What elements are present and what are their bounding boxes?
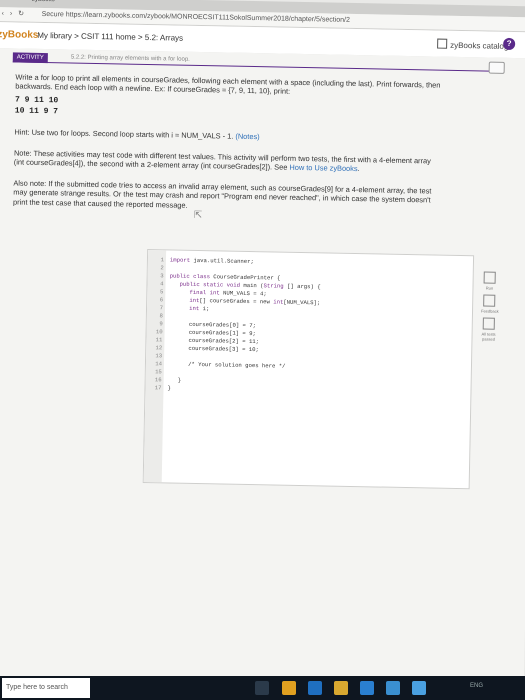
line-number: 11 [155,336,163,344]
code-line[interactable]: } [167,384,170,391]
line-number: 5 [159,288,164,296]
line-number: 17 [154,384,162,392]
store-icon[interactable] [360,681,374,695]
file-explorer-icon[interactable] [334,681,348,695]
code-line[interactable]: int i; [169,304,209,312]
zybooks-logo[interactable]: zyBooks [0,29,38,41]
line-number: 7 [159,304,164,312]
line-number: 2 [160,264,164,272]
line-number: 8 [159,312,163,320]
task-view-icon[interactable] [255,681,269,695]
book-icon [437,38,448,49]
code-line[interactable]: } [168,376,182,384]
side-panel-label: Run [485,285,494,291]
status-icon [482,317,495,330]
line-number: 12 [155,344,163,352]
feedback-icon[interactable] [483,294,496,307]
help-icon[interactable]: ? [503,37,516,51]
line-number: 1 [160,256,165,264]
secure-label: Secure [41,10,64,19]
line-number: 14 [155,360,163,368]
app-icon[interactable] [412,681,426,695]
code-line[interactable]: courseGrades[3] = 10; [168,344,259,353]
line-number: 16 [154,376,162,384]
nav-buttons-icon[interactable]: ‹ › ↻ [2,9,27,17]
catalog-link[interactable]: zyBooks catalog [437,38,509,51]
line-number: 3 [160,272,164,280]
mail-icon[interactable] [386,681,400,695]
edge-icon[interactable] [308,681,322,695]
line-number: 13 [155,352,163,360]
chrome-icon[interactable] [282,681,296,695]
note-line-end: . [357,164,360,174]
screen: zyBooks ‹ › ↻ Secure https://learn.zyboo… [0,0,525,700]
photo-frame: zyBooks ‹ › ↻ Secure https://learn.zyboo… [0,0,525,696]
taskbar-search-input[interactable]: Type here to search [2,678,90,698]
notes-link[interactable]: (Notes) [235,132,259,141]
line-number: 4 [160,280,164,288]
windows-taskbar: Type here to search ENG [0,676,525,700]
how-to-use-link[interactable]: How to Use zyBooks [289,163,357,173]
code-line[interactable]: /* Your solution goes here */ [168,360,285,370]
line-number: 15 [155,368,162,376]
browser-tab[interactable]: zyBooks [32,0,55,3]
breadcrumb[interactable]: My library > CSIT 111 home > 5.2: Arrays [37,31,183,43]
line-number: 9 [159,320,163,328]
url-text[interactable]: https://learn.zybooks.com/zybook/MONROEC… [66,11,350,23]
code-line[interactable]: import java.util.Scanner; [170,256,254,265]
line-number: 6 [159,296,164,304]
reset-button[interactable] [488,61,505,74]
line-number: 10 [155,328,163,336]
side-panel-label: All tests passed [481,331,496,342]
run-icon[interactable] [483,271,496,284]
side-panel: Run Feedback All tests passed [480,267,499,342]
catalog-label: zyBooks catalog [450,40,509,51]
code-editor[interactable]: 1 import java.util.Scanner; 2 3 public class… [142,249,475,490]
mouse-cursor-icon: ⇱ [193,209,203,222]
side-panel-label: Feedback [480,308,499,314]
system-tray[interactable]: ENG [470,683,483,689]
